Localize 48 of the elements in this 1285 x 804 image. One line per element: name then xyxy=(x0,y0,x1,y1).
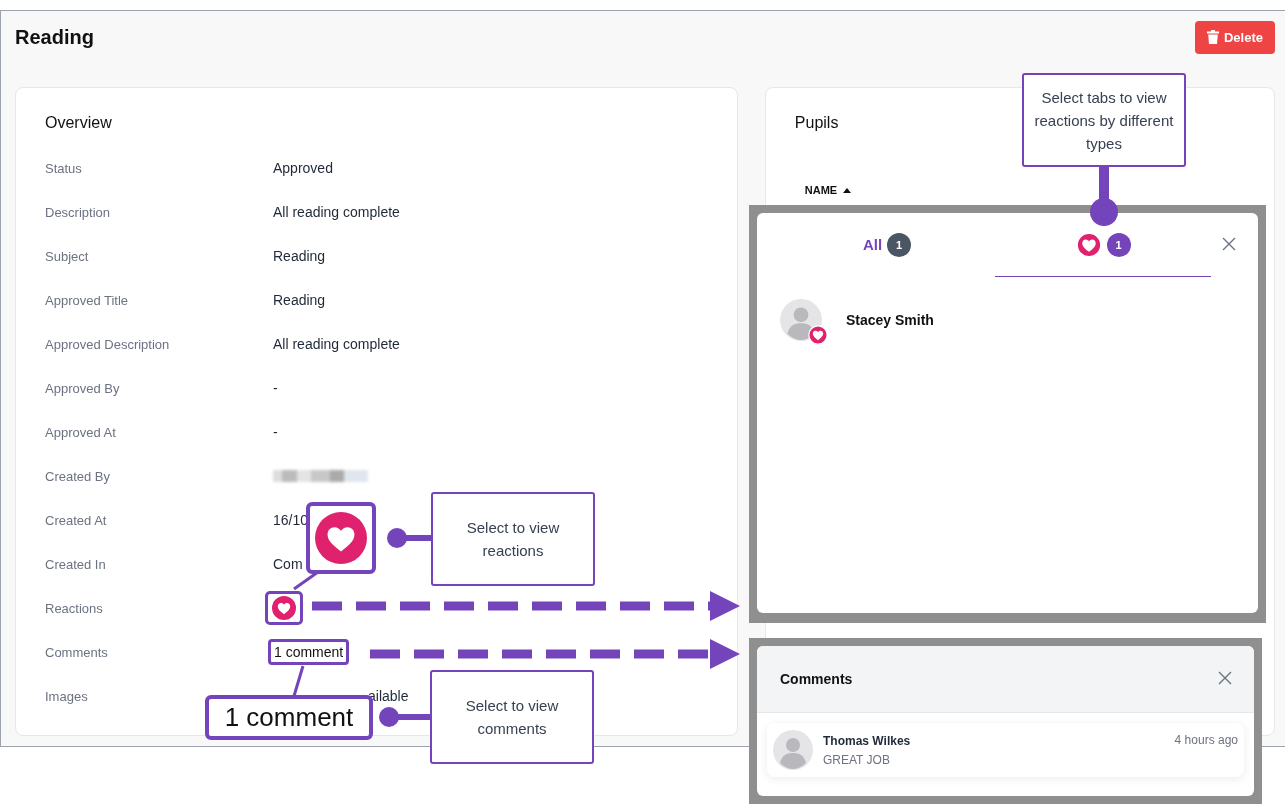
field-label: Approved Title xyxy=(45,292,130,308)
leader-line xyxy=(292,665,305,697)
avatar-icon xyxy=(773,730,813,770)
field-label: Comments xyxy=(45,644,109,660)
close-button[interactable] xyxy=(1218,671,1234,687)
card-title: Pupils xyxy=(794,113,839,133)
field-value: - xyxy=(273,424,278,440)
field-label: Reactions xyxy=(45,600,104,616)
field-value: Reading xyxy=(273,292,326,308)
column-header[interactable]: NAME xyxy=(804,184,838,196)
field-label: Status xyxy=(45,160,83,176)
dialog-title: Comments xyxy=(780,671,853,687)
magnified-comment-label: 1 comment xyxy=(205,695,373,740)
close-button[interactable] xyxy=(1222,237,1238,253)
field-label: Images xyxy=(45,688,89,704)
comment-author: Thomas Wilkes xyxy=(823,733,912,748)
field-value: Approved xyxy=(273,160,333,176)
card-title: Overview xyxy=(45,113,112,133)
leader-line xyxy=(387,528,431,548)
page-title: Reading xyxy=(15,25,94,49)
count-badge: 1 xyxy=(887,232,912,257)
field-value: Reading xyxy=(273,248,326,264)
callout-box: Select tabs to view reactions by different types xyxy=(1022,73,1186,167)
reaction-button[interactable] xyxy=(265,591,303,625)
field-value: - xyxy=(273,380,278,396)
comment-time: 4 hours ago xyxy=(1174,733,1238,747)
field-label: Approved By xyxy=(45,380,121,396)
field-label: Description xyxy=(45,204,112,220)
callout-box: Select to view comments xyxy=(430,670,594,764)
comment-link[interactable]: 1 comment xyxy=(268,639,350,665)
field-label: Created In xyxy=(45,556,107,572)
field-label: Approved At xyxy=(45,424,117,440)
field-label: Created At xyxy=(45,512,108,528)
field-value: All reading complete xyxy=(273,336,400,352)
field-label: Subject xyxy=(45,248,90,264)
field-value: Com xyxy=(273,556,303,572)
comment-text: GREAT JOB xyxy=(823,752,891,767)
field-label: Approved Description xyxy=(45,336,171,352)
leader-line xyxy=(1090,166,1118,226)
delete-button[interactable]: Delete xyxy=(1194,20,1275,54)
field-label: Created By xyxy=(45,468,112,484)
trash-icon xyxy=(1206,30,1219,44)
person-name: Stacey Smith xyxy=(846,312,934,328)
reaction-tab[interactable]: All 1 xyxy=(779,213,995,277)
callout-box: Select to view reactions xyxy=(431,492,595,586)
leader-line xyxy=(379,707,430,727)
field-value: All reading complete xyxy=(273,204,400,220)
count-badge: 1 xyxy=(1106,232,1131,257)
